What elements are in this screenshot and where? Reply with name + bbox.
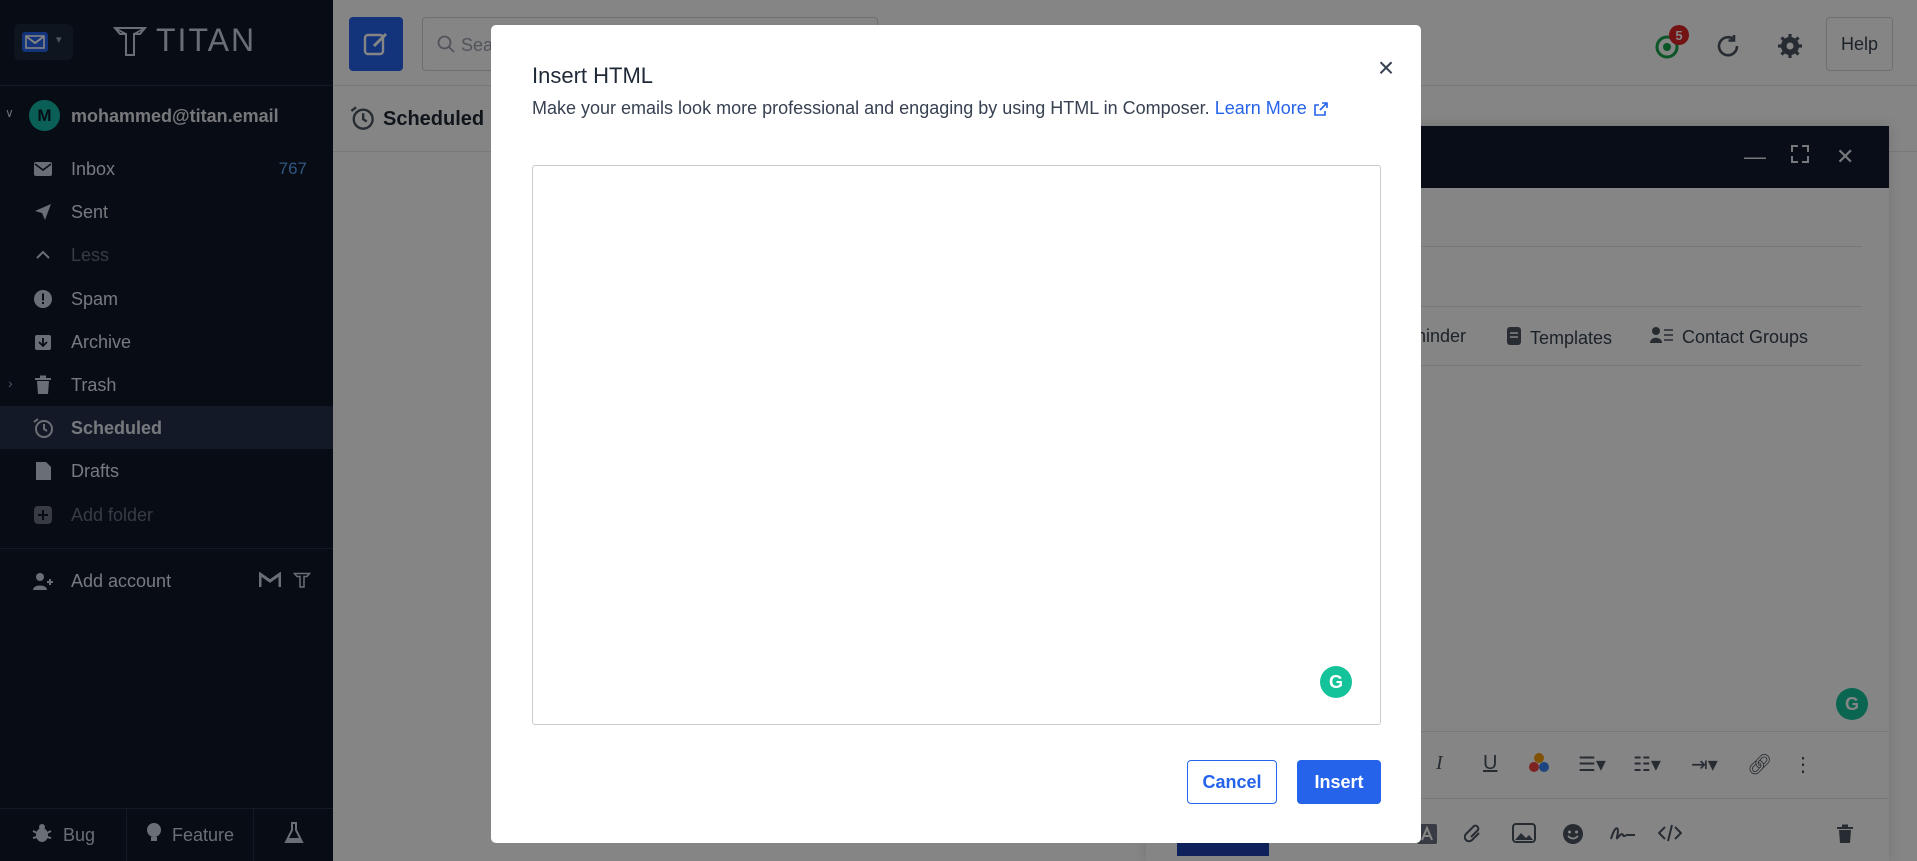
grammarly-icon[interactable]: G <box>1320 666 1352 698</box>
cancel-button[interactable]: Cancel <box>1187 760 1277 804</box>
external-link-icon <box>1313 101 1328 116</box>
description-text: Make your emails look more professional … <box>532 98 1210 118</box>
learn-more-label: Learn More <box>1214 98 1307 118</box>
learn-more-link[interactable]: Learn More <box>1215 98 1329 119</box>
dialog-title: Insert HTML <box>532 63 654 88</box>
insert-button[interactable]: Insert <box>1297 760 1381 804</box>
insert-html-dialog: Insert HTML × Make your emails look more… <box>491 25 1421 843</box>
close-icon[interactable]: × <box>1371 52 1401 83</box>
html-input[interactable] <box>532 165 1381 725</box>
dialog-description: Make your emails look more professional … <box>532 98 1329 119</box>
